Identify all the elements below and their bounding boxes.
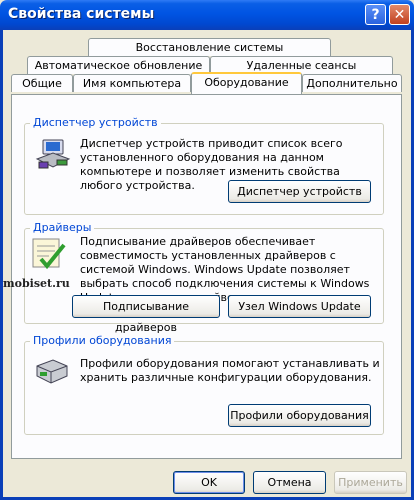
tab-computer-name[interactable]: Имя компьютера: [73, 74, 191, 92]
title-bar[interactable]: Свойства системы ? ✕: [0, 0, 414, 30]
hardware-profiles-description: Профили оборудования помогают устанавлив…: [80, 357, 380, 384]
tab-hardware[interactable]: Оборудование: [191, 72, 302, 94]
driver-signing-button[interactable]: Подписывание драйверов: [72, 295, 220, 334]
windows-update-button[interactable]: Узел Windows Update: [228, 295, 371, 318]
tab-system-restore[interactable]: Восстановление системы: [88, 38, 331, 56]
watermark: mobiset.ru: [3, 277, 70, 290]
tab-advanced[interactable]: Дополнительно: [302, 74, 402, 92]
ok-button[interactable]: OK: [173, 471, 245, 494]
driver-signing-icon: [32, 238, 66, 270]
hardware-profiles-button[interactable]: Профили оборудования: [228, 404, 371, 427]
close-button[interactable]: ✕: [389, 4, 410, 25]
device-manager-icon: [35, 139, 71, 169]
hardware-profile-icon: [36, 359, 68, 384]
device-manager-button[interactable]: Диспетчер устройств: [228, 180, 371, 203]
drivers-group: Драйверы Подписывание драйверов обеспечи…: [24, 221, 384, 334]
drivers-title: Драйверы: [30, 221, 95, 234]
help-button[interactable]: ?: [365, 4, 386, 25]
device-manager-title: Диспетчер устройств: [30, 116, 161, 129]
window-title: Свойства системы: [8, 6, 155, 22]
hardware-profiles-title: Профили оборудования: [30, 334, 175, 347]
apply-button[interactable]: Применить: [334, 471, 407, 494]
cancel-button[interactable]: Отмена: [253, 471, 326, 494]
hardware-profiles-group: Профили оборудования Профили оборудовани…: [24, 334, 384, 435]
tab-automatic-updates[interactable]: Автоматическое обновление: [27, 56, 210, 74]
tab-general[interactable]: Общие: [11, 74, 73, 92]
device-manager-group: Диспетчер устройств Диспетчер устройств …: [24, 116, 384, 215]
